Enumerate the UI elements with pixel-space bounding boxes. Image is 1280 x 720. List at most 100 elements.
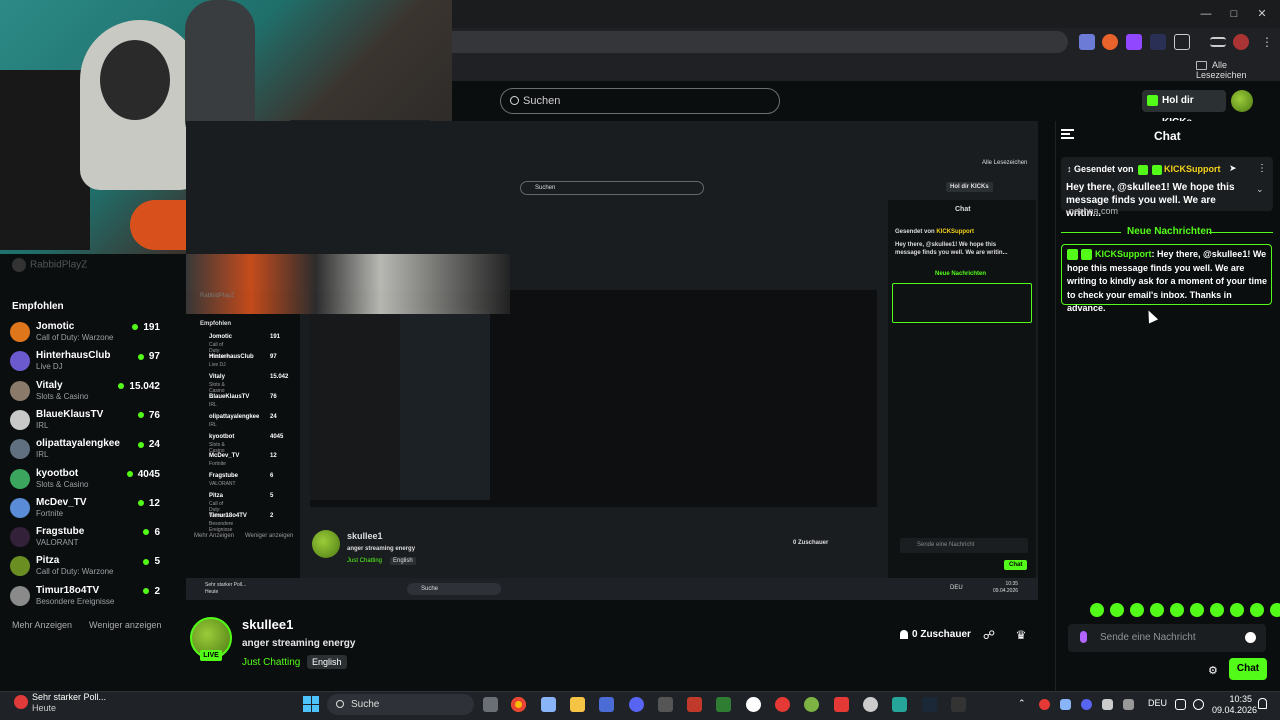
close-icon[interactable]: ✕ — [1252, 5, 1272, 23]
chrome-icon[interactable] — [511, 697, 526, 712]
video-mirror-taskbar — [186, 578, 1038, 600]
sidebar-channel[interactable]: Fragstube VALORANT 6 — [10, 524, 160, 552]
language-indicator[interactable]: DEU — [1148, 698, 1167, 708]
app-icon[interactable] — [834, 697, 849, 712]
emote-icon[interactable] — [1150, 603, 1164, 617]
emote-icon[interactable] — [1210, 603, 1224, 617]
app-icon[interactable] — [541, 697, 556, 712]
emote-icon[interactable] — [1110, 603, 1124, 617]
chevron-up-icon[interactable]: ⌃ — [1018, 698, 1026, 709]
sidebar-channel[interactable]: BlaueKlausTV IRL 76 — [10, 407, 160, 435]
taskbar-search[interactable]: Suche — [327, 694, 474, 715]
app-icon[interactable] — [746, 697, 761, 712]
more-options-icon[interactable]: ⋮ — [1257, 163, 1267, 174]
emote-icon[interactable] — [1190, 603, 1204, 617]
emote-icon[interactable] — [1090, 603, 1104, 617]
profile-avatar-icon[interactable] — [1233, 34, 1249, 50]
mirror-channel: McDev_TV 12 Fortnite — [196, 453, 277, 467]
notification-bell-icon[interactable] — [1258, 698, 1267, 709]
sidebar-channel[interactable]: olipattayalengkee IRL 24 — [10, 436, 160, 464]
share-icon[interactable]: ☍ — [982, 628, 996, 642]
app-icon[interactable] — [716, 697, 731, 712]
app-icon[interactable] — [804, 697, 819, 712]
show-less-link[interactable]: Weniger anzeigen — [89, 620, 161, 630]
sidebar-channel[interactable]: Timur18o4TV Besondere Ereignisse 2 — [10, 583, 160, 611]
app-icon[interactable] — [951, 697, 966, 712]
sidebar-channel[interactable]: HinterhausClub Live DJ 97 — [10, 348, 160, 376]
get-kicks-button[interactable]: Hol dir KICKs — [1142, 90, 1226, 128]
browser-menu-icon[interactable]: ⋮ — [1259, 34, 1275, 50]
video-mirror-webcam — [186, 254, 510, 314]
steam-icon[interactable] — [922, 697, 937, 712]
send-chat-button[interactable]: Chat — [1229, 658, 1267, 680]
mirror-new-messages: Neue Nachrichten — [935, 271, 987, 277]
app-icon[interactable] — [892, 697, 907, 712]
twitch-extension-icon[interactable] — [1126, 34, 1142, 50]
task-view-icon[interactable] — [483, 697, 498, 712]
mirror-show-more: Mehr Anzeigen — [194, 533, 235, 539]
avatar — [10, 380, 30, 401]
emote-icon[interactable] — [1230, 603, 1244, 617]
sidebar-channel[interactable]: Vitaly Slots & Casino 15.042 — [10, 378, 160, 406]
all-bookmarks[interactable]: Alle Lesezeichen — [1196, 60, 1280, 80]
taskbar-notification[interactable]: Sehr starker Poll... Heute — [14, 692, 106, 714]
category-link[interactable]: Just Chatting — [242, 657, 300, 668]
emoji-icon[interactable] — [1245, 632, 1256, 643]
file-explorer-icon[interactable] — [570, 697, 585, 712]
tray-icon[interactable] — [1060, 699, 1071, 710]
sidebar-channel[interactable]: McDev_TV Fortnite 12 — [10, 495, 160, 523]
sidebar-channel[interactable]: Jomotic Call of Duty: Warzone 191 — [10, 319, 160, 347]
emote-icon[interactable] — [1170, 603, 1184, 617]
extension-icon[interactable] — [1150, 34, 1166, 50]
channel-category: Fortnite — [36, 508, 64, 518]
microphone-icon[interactable] — [1080, 631, 1087, 643]
emote-icon[interactable] — [1270, 603, 1280, 617]
extension-icon[interactable] — [1079, 34, 1095, 50]
extensions-puzzle-icon[interactable] — [1174, 34, 1190, 50]
record-icon[interactable] — [775, 697, 790, 712]
sidebar-channel[interactable]: Pitza Call of Duty: Warzone 5 — [10, 553, 160, 581]
store-icon[interactable] — [599, 697, 614, 712]
obs-icon[interactable] — [863, 697, 878, 712]
tray-icon[interactable] — [1123, 699, 1134, 710]
pin-icon[interactable]: ➤ — [1229, 163, 1237, 174]
avatar — [10, 497, 30, 518]
gear-icon[interactable]: ⚙ — [1208, 664, 1218, 677]
maximize-icon[interactable]: □ — [1224, 5, 1244, 23]
streamer-name[interactable]: skullee1 — [242, 617, 293, 632]
network-icon[interactable] — [1175, 699, 1186, 710]
app-icon[interactable] — [658, 697, 673, 712]
address-bar[interactable] — [440, 31, 1068, 53]
tray-icon[interactable] — [1081, 699, 1092, 710]
emote-icon[interactable] — [1130, 603, 1144, 617]
follow-user-icon[interactable]: ♛ — [1014, 628, 1028, 642]
app-icon[interactable] — [687, 697, 702, 712]
emote-icon[interactable] — [1250, 603, 1264, 617]
mirror-channel-viewers: 2 — [270, 513, 274, 520]
volume-icon[interactable] — [1193, 699, 1204, 710]
channel-name: HinterhausClub — [36, 350, 111, 362]
show-more-link[interactable]: Mehr Anzeigen — [12, 620, 72, 630]
kick-badge-icon — [1067, 249, 1078, 261]
pinned-peek-text: -nezhna.com — [1066, 206, 1119, 216]
mirror-channel: HinterhausClub 97 Live DJ — [196, 354, 277, 368]
extension-icon[interactable] — [1102, 34, 1118, 50]
mirror-channel-category: IRL — [209, 401, 217, 408]
tray-icon[interactable] — [1102, 699, 1113, 710]
taskbar-clock[interactable]: 10:35 09.04.2026 — [1212, 694, 1257, 716]
sidebar-channel[interactable]: kyootbot Slots & Casino 4045 — [10, 466, 160, 494]
live-dot-icon — [132, 324, 139, 331]
tray-icon[interactable] — [1039, 699, 1050, 710]
mirror-clock: 10:35 09.04.2026 — [993, 581, 1019, 594]
discord-icon[interactable] — [629, 697, 644, 712]
chat-input[interactable]: Sende eine Nachricht — [1068, 624, 1266, 652]
sidebar-user[interactable]: RabbidPlayZ — [12, 258, 87, 272]
minimize-icon[interactable]: — — [1196, 5, 1216, 23]
chevron-down-icon[interactable]: ⌄ — [1256, 184, 1264, 195]
user-avatar[interactable] — [1231, 90, 1253, 112]
reading-list-icon[interactable] — [1210, 37, 1226, 47]
windows-start-icon[interactable] — [303, 696, 319, 712]
search-input[interactable]: Suchen — [500, 88, 780, 114]
language-tag[interactable]: English — [307, 655, 347, 669]
collapse-chat-icon[interactable] — [1061, 129, 1074, 139]
